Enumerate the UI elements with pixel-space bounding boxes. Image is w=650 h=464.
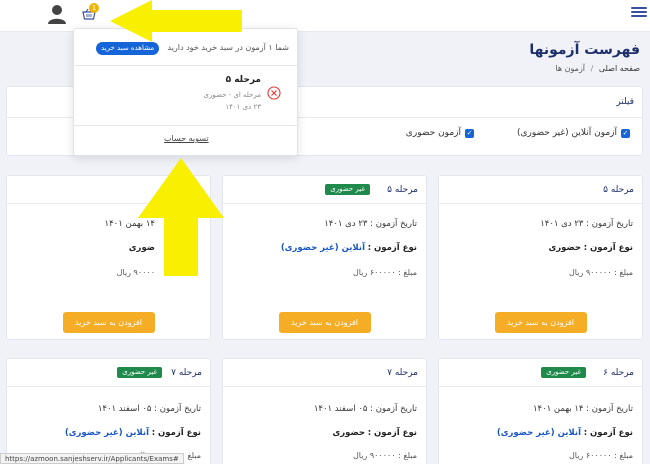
card-header: مرحله ۷ — [223, 359, 426, 387]
card-header: مرحله ۷ غیر حضوری — [7, 359, 210, 387]
breadcrumb-separator: / — [590, 64, 594, 73]
cart-summary-text: شما ۱ آزمون در سبد خرید خود دارید — [167, 43, 290, 52]
exam-card: مرحله ۶ غیر حضوری تاریخ آزمون : ۱۴ بهمن … — [438, 358, 643, 464]
page-title: فهرست آزمونها — [529, 42, 640, 58]
exam-title: مرحله ۷ — [387, 368, 418, 378]
exam-type: نوع آزمون : آنلاین (غیر حضوری) — [280, 243, 417, 253]
exam-card: مرحله ۷ تاریخ آزمون : ۰۵ اسفند ۱۴۰۱ نوع … — [222, 358, 427, 464]
exam-date: تاریخ آزمون : ۰۵ اسفند ۱۴۰۱ — [97, 404, 201, 414]
breadcrumb-current: آزمون ها — [555, 64, 586, 73]
exam-price: مبلغ : ۹۰۰۰۰۰ ریال — [352, 451, 417, 460]
add-to-cart-button[interactable]: افزودن به سبد خرید — [278, 312, 371, 333]
yellow-arrow-up-icon — [138, 158, 224, 276]
exam-type: نوع آزمون : حضوری — [332, 428, 417, 438]
dropdown-divider — [74, 125, 297, 126]
add-to-cart-button[interactable]: افزودن به سبد خرید — [62, 312, 155, 333]
card-header: مرحله ۶ غیر حضوری — [439, 359, 642, 387]
cart-item-date: ۲۳ دی ۱۴۰۱ — [225, 103, 261, 111]
exam-price: مبلغ : ۹۰۰۰۰۰ ریال — [568, 268, 633, 277]
exam-type: نوع آزمون : آنلاین (غیر حضوری) — [496, 428, 633, 438]
exam-title: مرحله ۶ — [603, 368, 634, 378]
exam-date: تاریخ آزمون : ۲۳ دی ۱۴۰۱ — [540, 219, 633, 229]
status-badge: غیر حضوری — [541, 367, 586, 378]
user-avatar-icon[interactable] — [46, 3, 68, 25]
online-exam-filter-label: آزمون آنلاین (غیر حضوری) — [516, 128, 617, 138]
exam-card: مرحله ۷ غیر حضوری تاریخ آزمون : ۰۵ اسفند… — [6, 358, 211, 464]
cart-dropdown: شما ۱ آزمون در سبد خرید خود دارید مشاهده… — [73, 28, 298, 156]
exam-date: تاریخ آزمون : ۰۵ اسفند ۱۴۰۱ — [313, 404, 417, 414]
breadcrumb-home-link[interactable]: صفحه اصلی — [599, 64, 640, 73]
exam-date: تاریخ آزمون : ۲۳ دی ۱۴۰۱ — [324, 219, 417, 229]
exam-type: نوع آزمون : آنلاین (غیر حضوری) — [64, 428, 201, 438]
yellow-arrow-left-icon — [110, 0, 242, 42]
checkout-link[interactable]: تسویه حساب — [164, 134, 209, 143]
inperson-exam-filter-checkbox[interactable]: ✓ آزمون حضوری — [406, 128, 474, 138]
card-header: مرحله ۵ غیر حضوری — [223, 176, 426, 204]
exam-title: مرحله ۵ — [603, 185, 634, 195]
exam-title: مرحله ۵ — [387, 185, 418, 195]
checkbox-checked-icon: ✓ — [621, 128, 630, 138]
breadcrumb: صفحه اصلی / آزمون ها — [555, 64, 640, 73]
cart-count-badge: 1 — [89, 3, 99, 13]
remove-item-icon[interactable] — [267, 86, 281, 100]
inperson-exam-filter-label: آزمون حضوری — [405, 128, 461, 138]
cart-item-title: مرحله ۵ — [225, 75, 261, 85]
add-to-cart-button[interactable]: افزودن به سبد خرید — [494, 312, 587, 333]
card-header: مرحله ۵ — [439, 176, 642, 204]
status-badge: غیر حضوری — [117, 367, 162, 378]
browser-status-url: https://azmoon.sanjeshserv.ir/Applicants… — [0, 453, 184, 464]
status-badge: غیر حضوری — [325, 184, 370, 195]
online-exam-filter-checkbox[interactable]: ✓ آزمون آنلاین (غیر حضوری) — [517, 128, 630, 138]
exam-price: مبلغ : ۶۰۰۰۰۰ ریال — [352, 268, 417, 277]
exam-price: مبلغ : ۶۰۰۰۰۰ ریال — [568, 451, 633, 460]
exam-card: مرحله ۵ غیر حضوری تاریخ آزمون : ۲۳ دی ۱۴… — [222, 175, 427, 340]
exam-date: تاریخ آزمون : ۱۴ بهمن ۱۴۰۱ — [532, 404, 633, 414]
checkbox-checked-icon: ✓ — [465, 128, 474, 138]
exam-card: مرحله ۵ تاریخ آزمون : ۲۳ دی ۱۴۰۱ نوع آزم… — [438, 175, 643, 340]
hamburger-menu-icon[interactable] — [631, 5, 647, 19]
exam-type: نوع آزمون : حضوری — [548, 243, 633, 253]
dropdown-divider — [74, 65, 297, 66]
exam-title: مرحله ۷ — [171, 368, 202, 378]
view-cart-button[interactable]: مشاهده سبد خرید — [96, 42, 160, 55]
cart-item-subtitle: مرحله ای - حضوری — [203, 91, 261, 99]
filter-title: فیلتر — [616, 97, 634, 107]
